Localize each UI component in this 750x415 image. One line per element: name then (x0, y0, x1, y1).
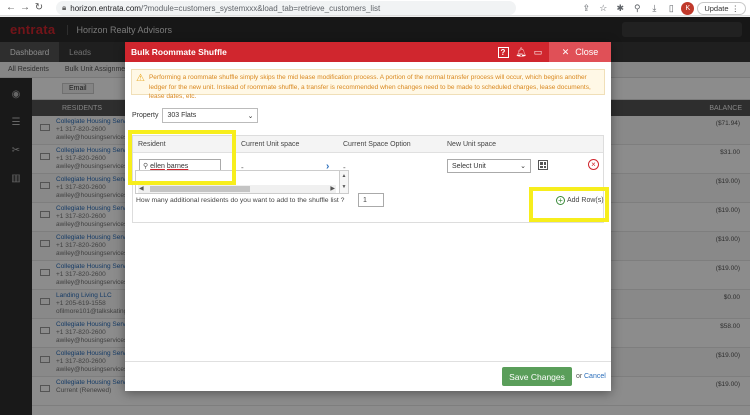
save-label: Save Changes (509, 371, 565, 382)
help-icon[interactable]: ? (496, 45, 510, 59)
col-new-unit: New Unit space (447, 141, 497, 148)
menu-dots-icon: ⋮ (731, 3, 740, 13)
close-icon: ✕ (561, 46, 570, 57)
extension-icon[interactable]: ✱ (613, 1, 627, 15)
modal-header: Bulk Roommate Shuffle ? 🔔︎ ▭ ✕ Close (125, 42, 611, 62)
reload-icon[interactable]: ↻ (32, 1, 46, 15)
close-label: Close (575, 47, 599, 57)
property-value: 303 Flats (167, 112, 197, 119)
additional-count-input[interactable]: 1 (358, 193, 384, 207)
star-icon[interactable]: ☆ (596, 1, 610, 15)
col-current-option: Current Space Option (343, 141, 411, 148)
save-changes-button[interactable]: Save Changes (502, 367, 572, 386)
back-arrow-icon[interactable]: ← (4, 1, 18, 15)
cancel-link[interactable]: Cancel (584, 373, 606, 380)
new-unit-placeholder: Select Unit (452, 162, 486, 170)
url-host: horizon.entrata.com (70, 3, 141, 13)
how-many-text: How many additional residents do you wan… (136, 196, 345, 204)
modal-footer: Save Changes or Cancel (125, 361, 611, 391)
add-rows-highlight-box (529, 187, 609, 222)
download-icon[interactable]: ⤓ (647, 1, 661, 15)
scroll-right-icon[interactable]: ▶ (330, 185, 335, 192)
col-current-unit: Current Unit space (241, 141, 300, 148)
property-label: Property (132, 112, 159, 119)
warning-banner: ⚠ Performing a roommate shuffle simply s… (131, 69, 605, 100)
property-select[interactable]: 303 Flats ⌄ (162, 108, 259, 123)
remove-circle-icon[interactable]: × (588, 159, 599, 170)
forward-arrow-icon[interactable]: → (18, 1, 32, 15)
property-row: Property 303 Flats ⌄ (132, 108, 259, 123)
new-unit-select[interactable]: Select Unit ⌄ (447, 159, 531, 173)
update-button[interactable]: Update ⋮ (697, 1, 746, 15)
scroll-left-icon[interactable]: ◀ (139, 185, 144, 192)
vertical-scrollbar[interactable]: ▲ ▼ (339, 170, 349, 194)
address-bar[interactable]: 🔒︎ horizon.entrata.com /?module=customer… (56, 1, 516, 15)
update-label: Update (704, 3, 729, 13)
sidepanel-icon[interactable]: ▯ (664, 1, 678, 15)
browser-toolbar: ← → ↻ 🔒︎ horizon.entrata.com /?module=cu… (0, 0, 750, 16)
warning-text: Performing a roommate shuffle simply ski… (148, 74, 591, 100)
bell-icon[interactable]: 🔔︎ (514, 45, 528, 59)
scrollbar-thumb[interactable] (150, 186, 250, 192)
profile-avatar[interactable]: K (681, 1, 695, 15)
additional-count-value: 1 (363, 196, 367, 204)
lock-icon: 🔒︎ (62, 3, 67, 12)
puzzle-icon[interactable]: ⚲ (630, 1, 644, 15)
or-text: or (576, 373, 583, 380)
dropdown-caret-icon: ⌄ (520, 163, 526, 170)
horizontal-scrollbar[interactable]: ◀ ▶ (138, 185, 336, 193)
share-icon[interactable]: ⇪ (579, 1, 593, 15)
close-button[interactable]: ✕ Close (549, 42, 611, 62)
url-path: /?module=customers_systemxxx&load_tab=re… (140, 3, 381, 13)
modal-title: Bulk Roommate Shuffle (131, 47, 227, 57)
warning-icon: ⚠ (136, 73, 145, 84)
chat-icon[interactable]: ▭ (531, 45, 545, 59)
dropdown-caret-icon: ⌄ (247, 112, 254, 120)
resident-highlight-box (128, 130, 236, 185)
calendar-grid-icon[interactable] (538, 160, 548, 170)
